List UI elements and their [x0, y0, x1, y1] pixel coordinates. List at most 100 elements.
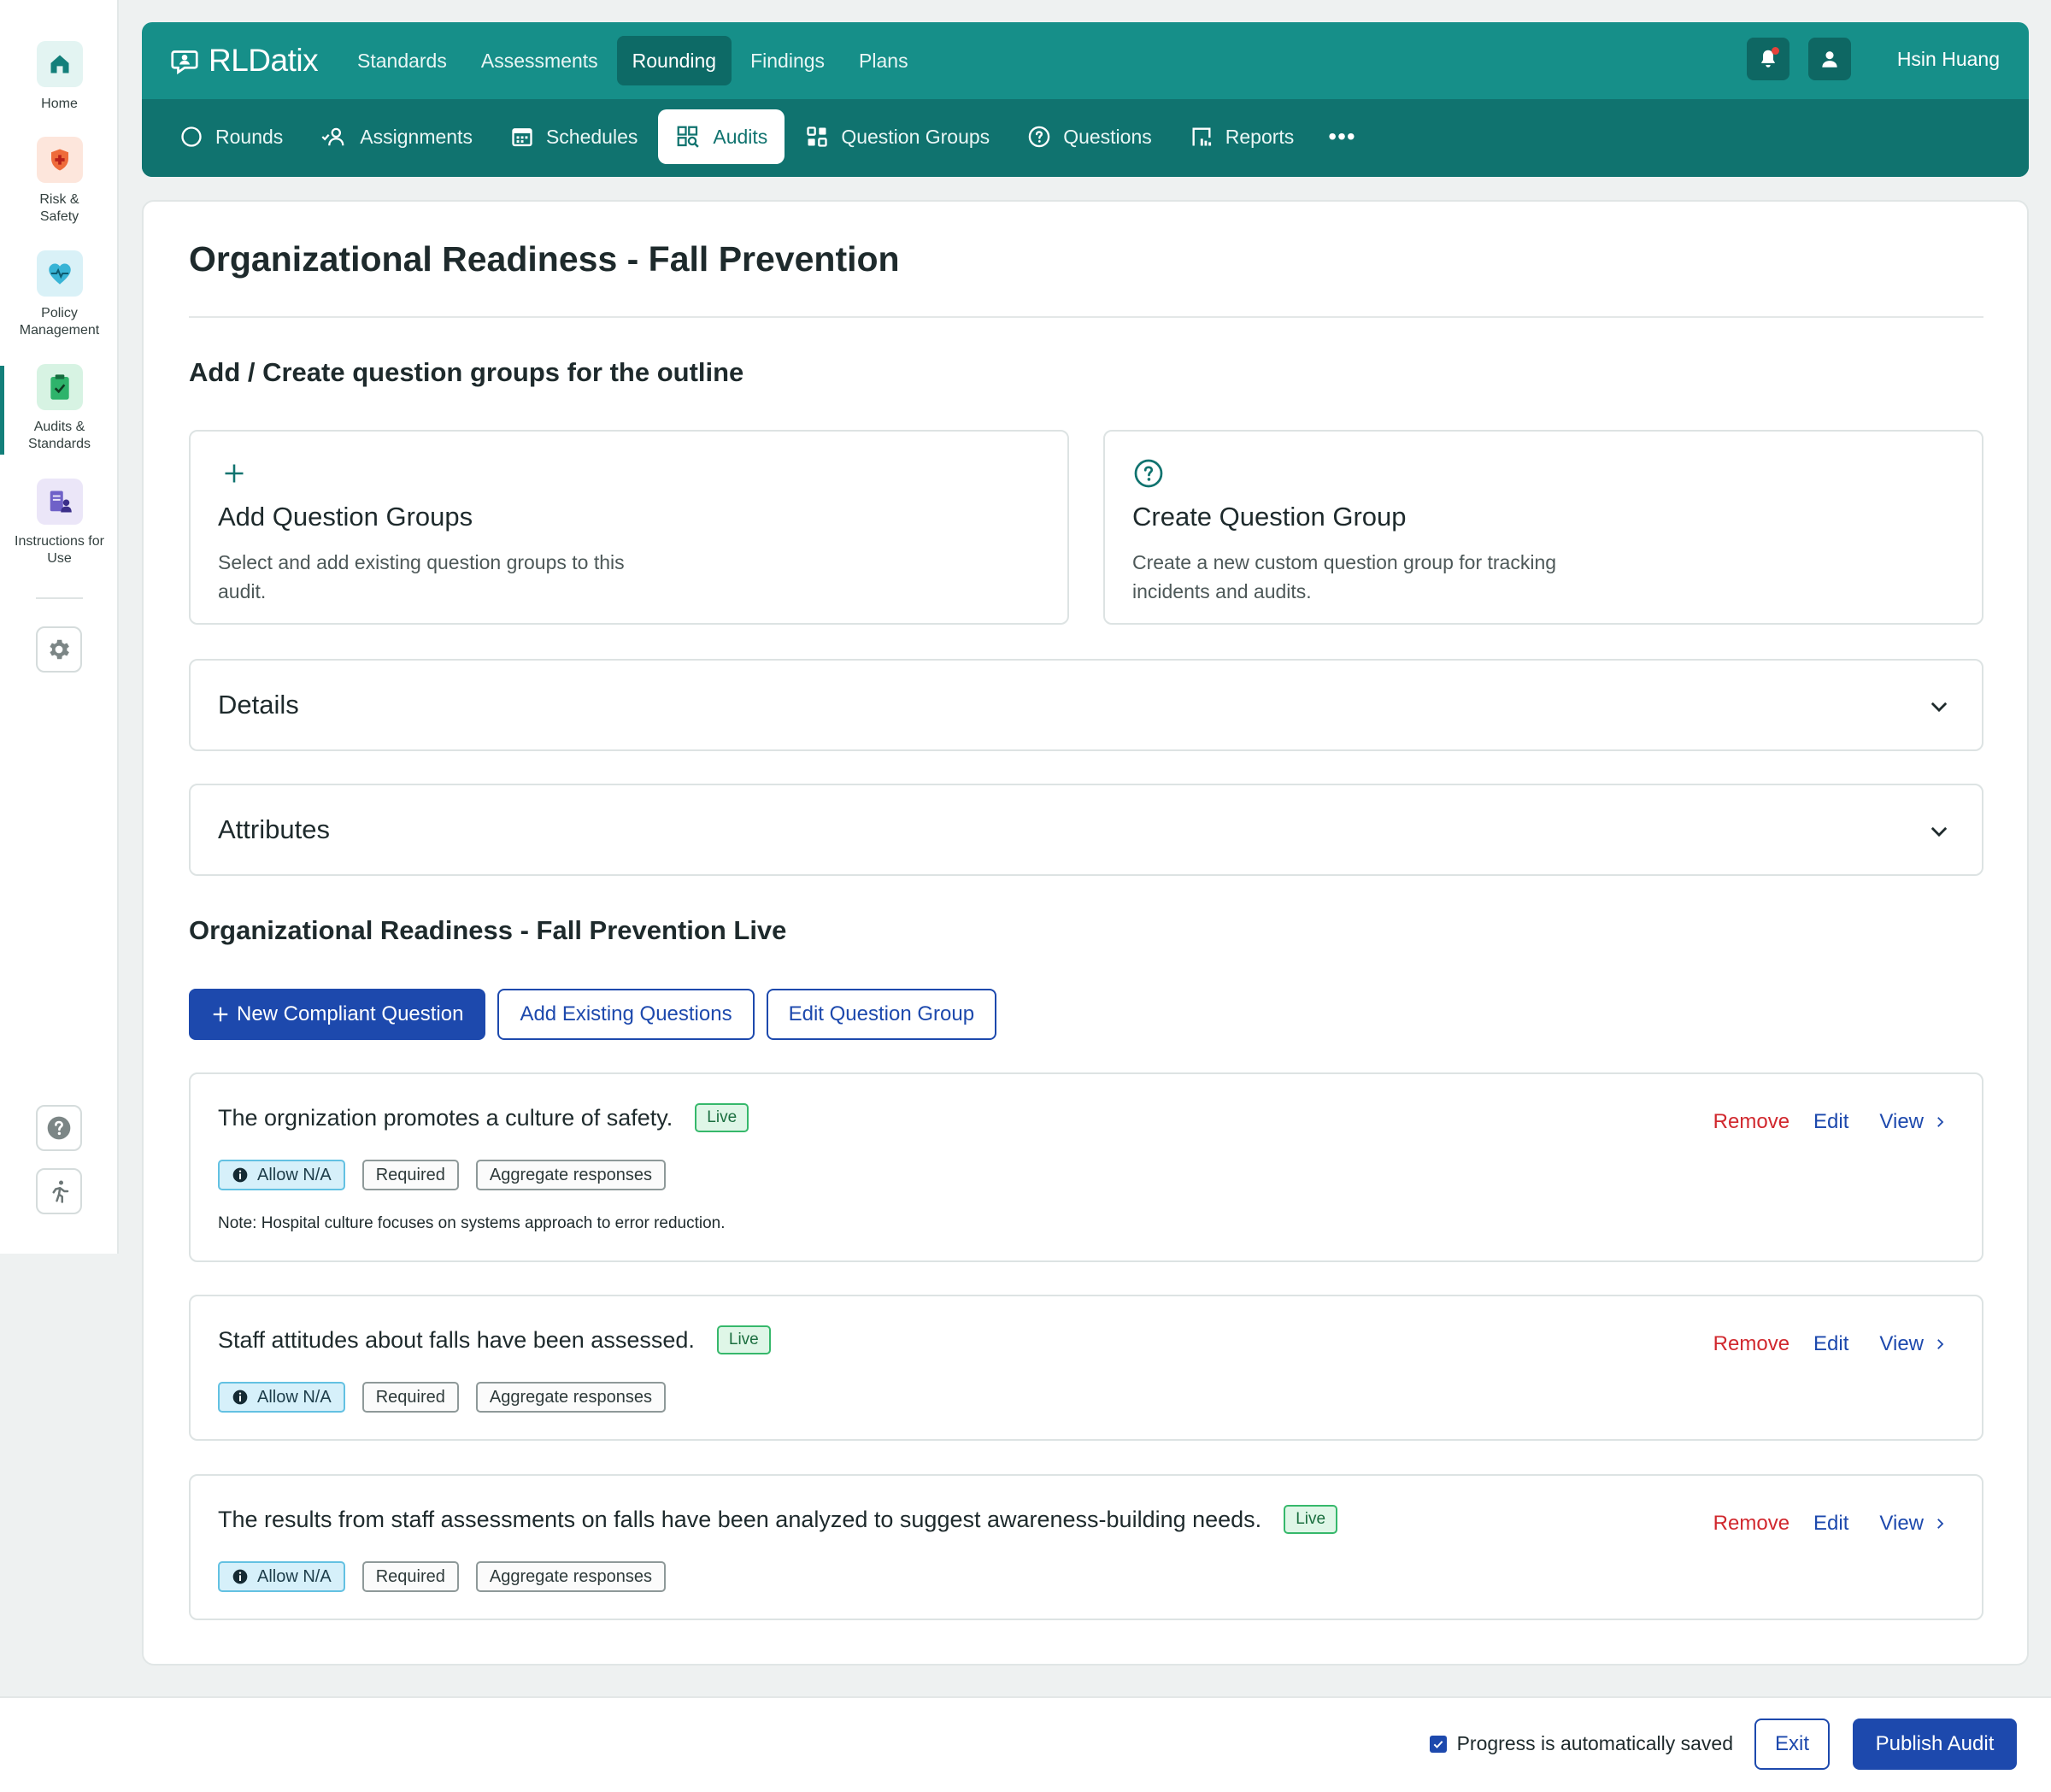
view-link[interactable]: View: [1879, 1110, 1948, 1134]
main-content: Organizational Readiness - Fall Preventi…: [142, 200, 2029, 1666]
nav-rounding[interactable]: Rounding: [616, 36, 732, 85]
tab-question-groups[interactable]: Question Groups: [788, 109, 1007, 164]
nav-plans[interactable]: Plans: [843, 36, 924, 85]
tab-schedules[interactable]: Schedules: [493, 109, 655, 164]
create-question-group-card[interactable]: Create Question Group Create a new custo…: [1103, 430, 1983, 625]
info-icon: [232, 1569, 248, 1584]
nav-assessments[interactable]: Assessments: [466, 36, 614, 85]
view-link[interactable]: View: [1879, 1332, 1948, 1356]
details-accordion[interactable]: Details: [189, 659, 1983, 751]
add-question-groups-card[interactable]: Add Question Groups Select and add exist…: [189, 430, 1069, 625]
left-sidebar: Home Risk & Safety Policy Management Aud…: [0, 0, 119, 1254]
question-card: Staff attitudes about falls have been as…: [189, 1295, 1983, 1441]
footer-bar: Progress is automatically saved Exit Pub…: [0, 1696, 2051, 1792]
sidebar-divider: [36, 597, 83, 599]
card-title: Create Question Group: [1132, 502, 1407, 532]
user-avatar-button[interactable]: [1807, 38, 1851, 80]
question-group-actions: New Compliant Question Add Existing Ques…: [189, 989, 997, 1040]
edit-link[interactable]: Edit: [1813, 1110, 1848, 1134]
nav-standards[interactable]: Standards: [342, 36, 462, 85]
secondary-nav-bar: Rounds Assignments Schedules Audits Ques…: [142, 99, 2029, 177]
logo-icon: [171, 50, 198, 75]
question-group-heading: Organizational Readiness - Fall Preventi…: [189, 915, 787, 945]
tab-questions[interactable]: Questions: [1010, 109, 1169, 164]
autosave-checkbox[interactable]: [1429, 1735, 1447, 1753]
sidebar-item-home[interactable]: Home: [0, 41, 119, 113]
primary-nav: Standards Assessments Rounding Findings …: [342, 36, 924, 85]
sidebar-item-instructions[interactable]: Instructions for Use: [0, 479, 119, 567]
header-user-area: Hsin Huang: [1746, 38, 2000, 80]
heart-pulse-icon: [36, 250, 83, 297]
more-menu-button[interactable]: •••: [1314, 109, 1369, 164]
help-button[interactable]: [36, 1105, 82, 1151]
accessibility-button[interactable]: [36, 1168, 82, 1214]
card-description: Create a new custom question group for t…: [1132, 551, 1557, 602]
checkmark-icon: [1433, 1740, 1443, 1748]
remove-link[interactable]: Remove: [1713, 1110, 1789, 1134]
chevron-right-icon: [1937, 1519, 1944, 1529]
view-link[interactable]: View: [1879, 1512, 1948, 1536]
status-badge: Live: [695, 1103, 749, 1132]
audit-search-icon: [678, 126, 700, 148]
status-badge: Live: [716, 1325, 771, 1354]
sidebar-item-risk-safety[interactable]: Risk & Safety: [0, 137, 119, 226]
nav-findings[interactable]: Findings: [735, 36, 840, 85]
tab-rounds[interactable]: Rounds: [162, 109, 300, 164]
sidebar-item-label: Risk & Safety: [39, 192, 79, 224]
question-card: The results from staff assessments on fa…: [189, 1474, 1983, 1620]
settings-button[interactable]: [36, 626, 82, 673]
remove-link[interactable]: Remove: [1713, 1332, 1789, 1356]
status-badge: Live: [1284, 1505, 1338, 1534]
tag-allow-na: Allow N/A: [218, 1160, 345, 1190]
accordion-title: Attributes: [218, 814, 330, 844]
question-actions: Remove Edit View: [1713, 1512, 1948, 1536]
tag-allow-na: Allow N/A: [218, 1561, 345, 1592]
chevron-down-icon: [1931, 702, 1948, 713]
tab-label: Audits: [713, 125, 768, 148]
question-text: Staff attitudes about falls have been as…: [218, 1326, 695, 1353]
tab-label: Schedules: [545, 125, 638, 148]
title-divider: [189, 316, 1983, 318]
home-icon: [36, 41, 83, 87]
tag-allow-na: Allow N/A: [218, 1382, 345, 1413]
plus-icon: [213, 1007, 228, 1022]
chevron-right-icon: [1937, 1339, 1944, 1349]
question-text: The orgnization promotes a culture of sa…: [218, 1104, 673, 1131]
edit-link[interactable]: Edit: [1813, 1512, 1848, 1536]
attributes-accordion[interactable]: Attributes: [189, 784, 1983, 876]
question-tags: Allow N/A Required Aggregate responses: [218, 1382, 667, 1413]
tag-required: Required: [361, 1160, 459, 1190]
exit-button[interactable]: Exit: [1754, 1719, 1830, 1770]
edit-question-group-button[interactable]: Edit Question Group: [766, 989, 997, 1040]
sidebar-item-label: Home: [41, 97, 78, 111]
grid-icon: [807, 126, 827, 147]
add-existing-questions-button[interactable]: Add Existing Questions: [497, 989, 755, 1040]
tab-assignments[interactable]: Assignments: [303, 109, 490, 164]
question-text: The results from staff assessments on fa…: [218, 1506, 1262, 1532]
notification-dot: [1771, 47, 1779, 55]
view-label: View: [1879, 1512, 1924, 1535]
sidebar-item-label: Instructions for Use: [15, 534, 104, 566]
publish-audit-button[interactable]: Publish Audit: [1853, 1719, 2017, 1770]
accordion-title: Details: [218, 690, 299, 720]
tag-label: Allow N/A: [257, 1566, 332, 1586]
sidebar-item-label: Audits & Standards: [28, 420, 91, 451]
sidebar-item-audits-standards[interactable]: Audits & Standards: [0, 364, 119, 453]
question-note: Note: Hospital culture focuses on system…: [218, 1214, 726, 1232]
user-name[interactable]: Hsin Huang: [1897, 48, 2000, 71]
info-icon: [232, 1390, 248, 1405]
sidebar-item-policy-management[interactable]: Policy Management: [0, 250, 119, 339]
tab-audits[interactable]: Audits: [658, 109, 785, 164]
question-row: Staff attitudes about falls have been as…: [218, 1325, 771, 1354]
notifications-button[interactable]: [1746, 38, 1789, 80]
chevron-right-icon: [1937, 1117, 1944, 1127]
edit-link[interactable]: Edit: [1813, 1332, 1848, 1356]
new-compliant-question-button[interactable]: New Compliant Question: [189, 989, 486, 1040]
question-tags: Allow N/A Required Aggregate responses: [218, 1561, 667, 1592]
calendar-icon: [512, 128, 532, 147]
document-user-icon: [36, 479, 83, 525]
app-logo[interactable]: RLDatix: [169, 41, 319, 80]
tab-reports[interactable]: Reports: [1172, 109, 1312, 164]
remove-link[interactable]: Remove: [1713, 1512, 1789, 1536]
top-header: RLDatix Standards Assessments Rounding F…: [142, 22, 2029, 177]
